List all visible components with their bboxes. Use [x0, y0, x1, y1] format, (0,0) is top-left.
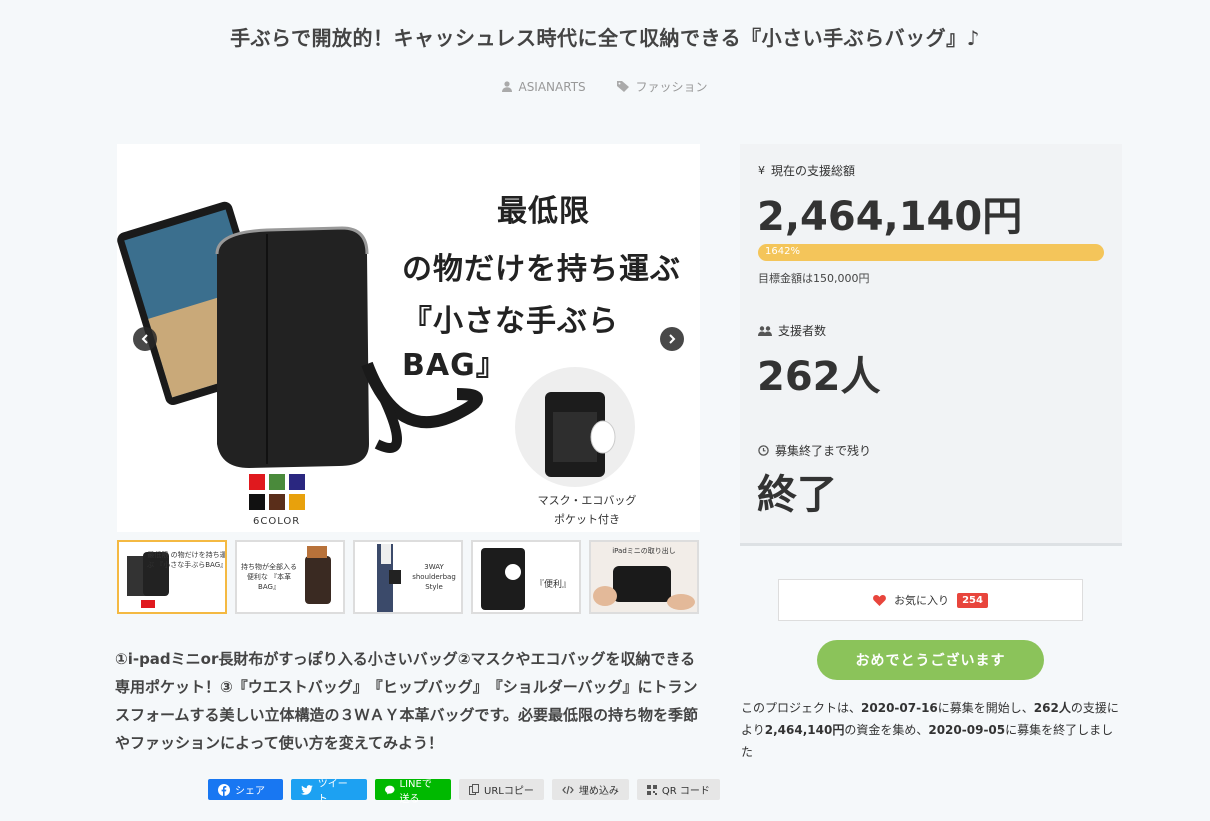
author-name: ASIANARTS: [518, 79, 586, 94]
url-copy-button[interactable]: URLコピー: [459, 779, 544, 800]
clock-icon: [758, 445, 769, 456]
summary-amount: 2,464,140円: [764, 723, 845, 737]
backers-count: 262人: [757, 354, 881, 400]
twitter-share-label: ツイート: [317, 778, 348, 805]
headline-line-1: 最低限: [497, 194, 590, 229]
funding-amount: 2,464,140円: [757, 194, 1023, 240]
share-bar: シェア ツイート LINEで送る URLコピー 埋め込み QR コード: [208, 779, 720, 805]
pocket-photo: [515, 367, 635, 487]
project-description: ①i-padミニor長財布がすっぽり入る小さいバッグ②マスクやエコバッグを収納で…: [115, 650, 699, 752]
line-icon: [385, 785, 395, 794]
author[interactable]: ASIANARTS: [502, 79, 586, 94]
end-date: 2020-09-05: [928, 723, 1006, 737]
favorite-button[interactable]: お気に入り 254: [778, 579, 1083, 621]
line-share-label: LINEで送る: [399, 778, 432, 805]
chevron-left-icon: [141, 334, 148, 344]
color-swatch: [289, 494, 305, 510]
backers-label-text: 支援者数: [778, 324, 827, 338]
thumbnail-label: iPadミニの取り出し: [612, 547, 676, 555]
summary-text: に募集を開始し、: [937, 701, 1034, 715]
copy-icon: [469, 784, 479, 795]
line-share-button[interactable]: LINEで送る: [375, 779, 451, 805]
url-copy-label: URLコピー: [484, 786, 534, 797]
facebook-share-button[interactable]: シェア: [208, 779, 283, 800]
thumbnail[interactable]: 3WAY shoulderbag Style: [353, 540, 463, 614]
qr-code-icon: [646, 784, 657, 795]
twitter-share-button[interactable]: ツイート: [291, 779, 367, 805]
thumbnail-label: 持ち物が全部入る 便利な 『本革BAG』: [241, 563, 297, 591]
project-summary: このプロジェクトは、2020-07-16に募集を開始し、262人の支援により2,…: [741, 697, 1121, 763]
embed-label: 埋め込み: [578, 786, 619, 797]
facebook-icon: [218, 783, 230, 796]
embed-button[interactable]: 埋め込み: [551, 779, 629, 800]
backers-label: 支援者数: [758, 322, 826, 339]
remaining-value: 終了: [757, 472, 837, 518]
color-swatches: [249, 474, 305, 510]
favorite-count-badge: 254: [957, 592, 988, 608]
project-title: 手ぶらで開放的！キャッシュレス時代に全て収納できる『小さい手ぶらバッグ』♪: [230, 26, 980, 50]
qr-code-button[interactable]: QR コード: [636, 779, 720, 800]
category-name: ファッション: [635, 80, 708, 94]
thumbnail[interactable]: 『便利』: [471, 540, 581, 614]
color-count: 6COLOR: [253, 516, 301, 527]
color-swatch: [269, 494, 285, 510]
congrats-button[interactable]: おめでとうございます: [817, 640, 1044, 680]
funding-label-text: 現在の支援総額: [771, 164, 856, 178]
pocket-note-line-1: マスク・エコバッグ: [537, 494, 637, 507]
main-carousel-image: 最低限 の物だけを持ち運ぶ 『小さな手ぶらBAG』 6COLOR マスク・エコバ…: [117, 144, 700, 532]
color-swatch: [269, 474, 285, 490]
remaining-label: 募集終了まで残り: [758, 442, 871, 459]
summary-text: このプロジェクトは、: [741, 701, 862, 715]
users-icon: [758, 325, 772, 336]
summary-text: の資金を集め、: [844, 723, 929, 737]
qr-code-label: QR コード: [661, 786, 710, 797]
project-meta: ASIANARTS ファッション: [0, 78, 1210, 95]
yen-icon: ¥: [758, 164, 765, 177]
thumbnail-strip: 最低限 の物だけを持ち運ぶ 『小さな手ぶらBAG』 持ち物が全部入る 便利な 『…: [117, 540, 699, 614]
category[interactable]: ファッション: [617, 78, 708, 95]
user-icon: [502, 81, 513, 92]
pocket-note: マスク・エコバッグ ポケット付き: [522, 491, 652, 529]
carousel-prev-button[interactable]: [133, 327, 157, 351]
carousel-next-button[interactable]: [660, 327, 684, 351]
color-swatch: [289, 474, 305, 490]
remaining-label-text: 募集終了まで残り: [775, 444, 872, 458]
heart-icon: [873, 595, 886, 606]
thumbnail-label: 最低限 の物だけを持ち運ぶ 『小さな手ぶらBAG』: [147, 551, 227, 569]
stats-panel: ¥ 現在の支援総額 2,464,140円 1642% 目標金額は150,000円…: [740, 144, 1122, 546]
thumbnail[interactable]: iPadミニの取り出し: [589, 540, 699, 614]
favorite-label: お気に入り: [894, 594, 950, 607]
thumbnail[interactable]: 持ち物が全部入る 便利な 『本革BAG』: [235, 540, 345, 614]
funding-label: ¥ 現在の支援総額: [758, 162, 855, 179]
headline-line-2: の物だけを持ち運ぶ: [402, 252, 681, 287]
pocket-note-line-2: ポケット付き: [554, 513, 620, 526]
code-icon: [562, 785, 574, 794]
thumbnail-label: 3WAY shoulderbag Style: [412, 563, 456, 591]
color-swatch: [249, 494, 265, 510]
color-swatch: [249, 474, 265, 490]
summary-backers: 262人: [1033, 701, 1071, 715]
twitter-icon: [301, 784, 313, 795]
progress-text: 1642%: [765, 246, 800, 257]
progress-bar: 1642%: [758, 244, 1104, 261]
start-date: 2020-07-16: [861, 701, 938, 715]
facebook-share-label: シェア: [235, 786, 265, 797]
thumbnail[interactable]: 最低限 の物だけを持ち運ぶ 『小さな手ぶらBAG』: [117, 540, 227, 614]
chevron-right-icon: [669, 334, 676, 344]
thumbnail-label: 『便利』: [534, 580, 571, 590]
goal-amount: 目標金額は150,000円: [758, 272, 870, 285]
tag-icon: [617, 81, 630, 92]
